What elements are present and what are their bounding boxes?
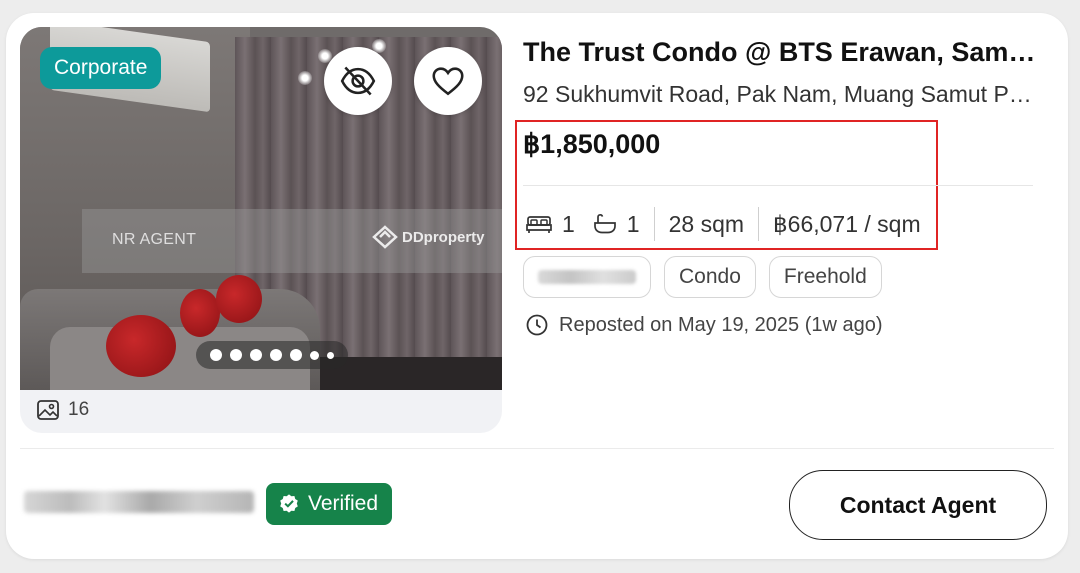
carousel-dot[interactable] xyxy=(327,351,334,359)
heart-icon xyxy=(432,67,464,96)
tag-redacted xyxy=(523,256,651,298)
carousel-dot[interactable] xyxy=(230,349,242,361)
contact-agent-button[interactable]: Contact Agent xyxy=(789,470,1047,540)
card-divider xyxy=(20,448,1054,449)
carousel-dot[interactable] xyxy=(290,349,302,361)
listing-title[interactable]: The Trust Condo @ BTS Erawan, Samut Prak… xyxy=(523,37,1043,68)
hide-listing-button[interactable] xyxy=(324,47,392,115)
bath-icon xyxy=(593,213,616,234)
favorite-button[interactable] xyxy=(414,47,482,115)
listing-address: 92 Sukhumvit Road, Pak Nam, Muang Samut … xyxy=(523,81,1038,107)
listing-specs: 1 1 28 sqm ฿66,071 / sqm xyxy=(526,206,921,242)
carousel-dot[interactable] xyxy=(250,349,262,361)
photo-count-value: 16 xyxy=(68,399,90,420)
photo-light xyxy=(298,71,312,85)
price-divider xyxy=(523,185,1033,186)
photo-count: 16 xyxy=(36,399,89,421)
spec-divider xyxy=(653,207,655,241)
listing-price: ฿1,850,000 xyxy=(523,129,661,159)
carousel-dot[interactable] xyxy=(310,350,319,360)
redacted-text xyxy=(538,270,636,284)
listing-tags: Condo Freehold xyxy=(523,256,882,298)
photo-watermark: NR AGENT DDproperty xyxy=(82,209,502,273)
verified-badge: Verified xyxy=(266,483,393,525)
listing-card[interactable]: NR AGENT DDproperty Corporate 16 The Tru… xyxy=(6,13,1068,559)
verified-badge-icon xyxy=(280,494,298,513)
floor-area: 28 sqm xyxy=(668,210,745,237)
price-per-sqm: ฿66,071 / sqm xyxy=(773,210,921,237)
bathrooms-value: 1 xyxy=(626,210,640,237)
bedrooms: 1 xyxy=(526,211,575,238)
carousel-dots[interactable] xyxy=(196,341,348,369)
tag-property-type: Condo xyxy=(664,256,756,298)
photo-pillow xyxy=(106,315,176,377)
agent-name-redacted[interactable] xyxy=(24,491,254,513)
watermark-agent-text: NR AGENT xyxy=(112,231,197,248)
carousel-dot[interactable] xyxy=(210,349,222,361)
image-icon xyxy=(37,400,59,420)
spec-divider xyxy=(758,207,760,241)
corporate-badge: Corporate xyxy=(40,47,162,89)
eye-off-icon xyxy=(340,66,376,96)
bed-icon xyxy=(526,216,552,233)
photo-pillow xyxy=(216,275,262,323)
listing-photo[interactable]: NR AGENT DDproperty Corporate xyxy=(20,27,502,390)
ddproperty-logo-icon xyxy=(372,225,398,249)
photo-gallery[interactable]: NR AGENT DDproperty Corporate 16 xyxy=(20,27,502,433)
photo-pillow xyxy=(180,289,220,337)
bathrooms: 1 xyxy=(593,211,640,238)
carousel-dot[interactable] xyxy=(270,349,282,361)
reposted-text: Reposted on May 19, 2025 (1w ago) xyxy=(559,313,883,336)
watermark-brand: DDproperty xyxy=(372,225,485,249)
verified-label: Verified xyxy=(308,492,379,515)
watermark-brand-text: DDproperty xyxy=(402,228,485,246)
bedrooms-value: 1 xyxy=(562,210,575,237)
reposted-info: Reposted on May 19, 2025 (1w ago) xyxy=(525,313,883,337)
tag-tenure: Freehold xyxy=(768,256,882,298)
clock-icon xyxy=(526,314,548,336)
